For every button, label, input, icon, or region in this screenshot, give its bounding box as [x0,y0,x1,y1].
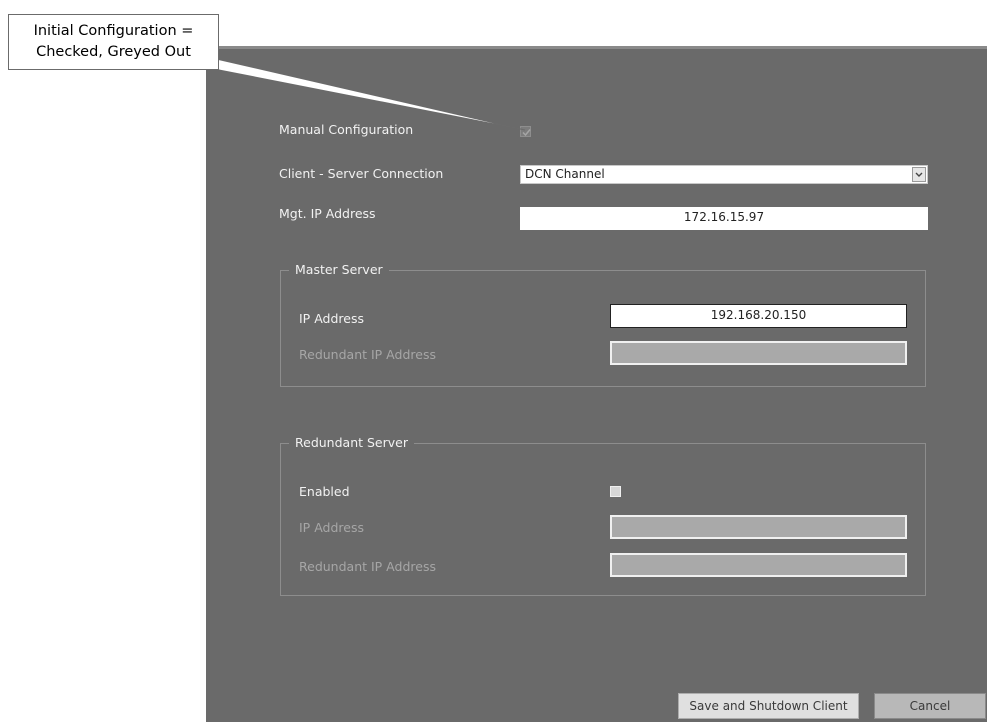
redundant-server-title: Redundant Server [289,435,414,450]
client-server-connection-label: Client - Server Connection [279,166,444,181]
cancel-button[interactable]: Cancel [874,693,986,719]
annotation-callout: Initial Configuration = Checked, Greyed … [8,14,219,70]
client-server-connection-value: DCN Channel [525,167,605,181]
client-configuration-dialog: Manual Configuration Client - Server Con… [206,46,987,722]
master-redundant-ip-address-label: Redundant IP Address [299,347,436,362]
mgt-ip-address-field[interactable]: 172.16.15.97 [520,207,928,230]
redundant-redundant-ip-address-field[interactable] [610,553,907,577]
master-ip-address-label: IP Address [299,311,364,326]
master-ip-address-field[interactable]: 192.168.20.150 [610,304,907,328]
redundant-ip-address-field[interactable] [610,515,907,539]
master-server-group: Master Server IP Address 192.168.20.150 … [280,262,926,387]
save-and-shutdown-button[interactable]: Save and Shutdown Client [678,693,859,719]
dropdown-button[interactable] [912,167,926,182]
master-server-title: Master Server [289,262,389,277]
annotation-line-1: Initial Configuration = [33,23,194,39]
mgt-ip-address-label: Mgt. IP Address [279,206,376,221]
manual-configuration-checkbox[interactable] [520,126,531,137]
redundant-ip-address-label: IP Address [299,520,364,535]
annotation-line-2: Checked, Greyed Out [36,44,191,60]
redundant-enabled-checkbox[interactable] [610,486,621,497]
master-redundant-ip-address-field[interactable] [610,341,907,365]
redundant-server-group: Redundant Server Enabled IP Address Redu… [280,435,926,596]
chevron-down-icon [915,172,923,177]
manual-configuration-label: Manual Configuration [279,122,414,137]
client-server-connection-select[interactable]: DCN Channel [520,165,928,184]
checkmark-icon [522,129,531,137]
redundant-redundant-ip-address-label: Redundant IP Address [299,559,436,574]
redundant-enabled-label: Enabled [299,484,350,499]
page: Initial Configuration = Checked, Greyed … [0,0,987,722]
